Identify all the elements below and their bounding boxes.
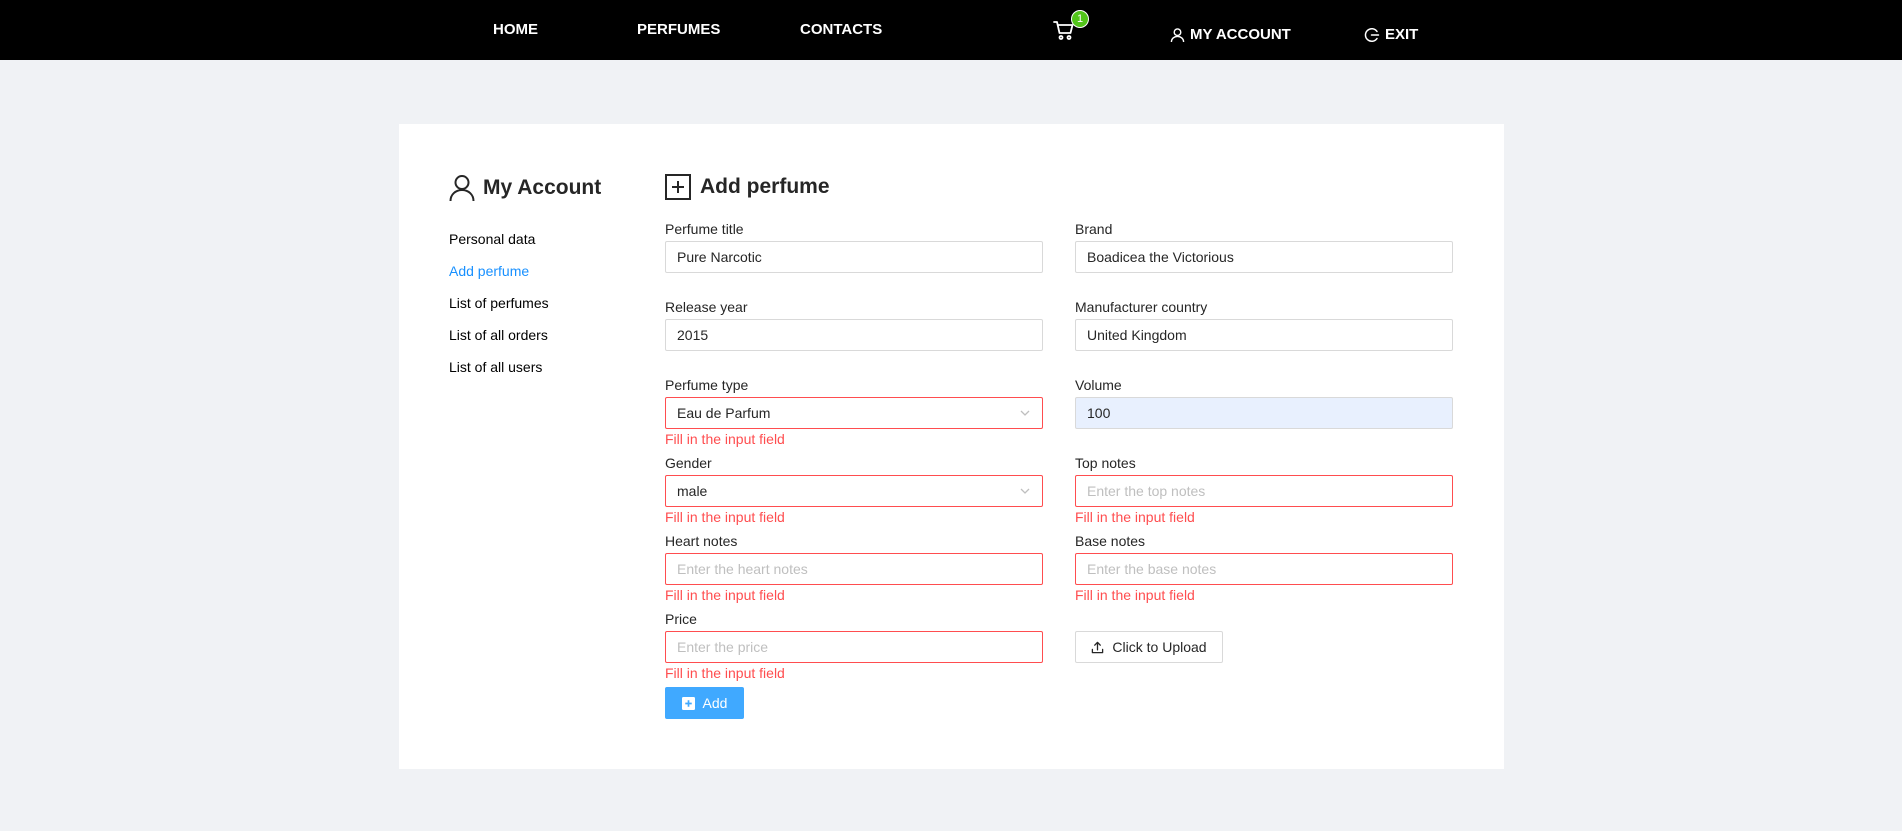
brand-label: Brand: [1075, 221, 1113, 237]
sidebar-item-list-of-all-orders[interactable]: List of all orders: [449, 327, 548, 343]
perfume-title-input[interactable]: [677, 249, 1031, 265]
user-icon: [449, 175, 475, 202]
user-icon: [1170, 27, 1185, 42]
cart-count-badge: 1: [1072, 11, 1088, 27]
sidebar-item-list-of-perfumes[interactable]: List of perfumes: [449, 295, 549, 311]
add-button-label: Add: [702, 695, 728, 711]
release-year-label: Release year: [665, 299, 748, 315]
top-notes-input[interactable]: [1087, 483, 1441, 499]
gender-label: Gender: [665, 455, 712, 471]
chevron-down-icon: [1020, 410, 1030, 416]
cart-button[interactable]: 1: [1052, 11, 1088, 42]
exit-label: EXIT: [1385, 26, 1419, 43]
price-input[interactable]: [677, 639, 1031, 655]
nav-perfumes-link[interactable]: PERFUMES: [637, 21, 720, 38]
chevron-down-icon: [1020, 488, 1030, 494]
nav-exit-link[interactable]: EXIT: [1364, 26, 1418, 43]
gender-error: Fill in the input field: [665, 509, 785, 525]
price-field: [665, 631, 1043, 663]
gender-value: male: [677, 483, 708, 499]
base-notes-label: Base notes: [1075, 533, 1146, 549]
nav-home-link[interactable]: HOME: [493, 21, 538, 38]
perfume-type-label: Perfume type: [665, 377, 749, 393]
plus-square-icon: [665, 174, 691, 200]
heart-notes-field: [665, 553, 1043, 585]
sidebar-item-list-of-all-users[interactable]: List of all users: [449, 359, 542, 375]
volume-field: [1075, 397, 1453, 429]
heart-notes-input[interactable]: [677, 561, 1031, 577]
volume-label: Volume: [1075, 377, 1122, 393]
perfume-type-select[interactable]: Eau de Parfum: [665, 397, 1043, 429]
base-notes-field: [1075, 553, 1453, 585]
price-label: Price: [665, 611, 697, 627]
sidebar-item-add-perfume[interactable]: Add perfume: [449, 263, 529, 279]
gender-select[interactable]: male: [665, 475, 1043, 507]
perfume-type-value: Eau de Parfum: [677, 405, 771, 421]
top-notes-label: Top notes: [1075, 455, 1136, 471]
base-notes-input[interactable]: [1087, 561, 1441, 577]
plus-square-icon: [681, 696, 695, 710]
volume-input[interactable]: [1087, 405, 1441, 421]
heart-notes-error: Fill in the input field: [665, 587, 785, 603]
content-card: [399, 124, 1504, 769]
sidebar-title: My Account: [449, 174, 601, 202]
exit-icon: [1364, 27, 1380, 42]
top-notes-error: Fill in the input field: [1075, 509, 1195, 525]
upload-icon: [1092, 641, 1104, 653]
form-title-text: Add perfume: [700, 175, 830, 198]
manufacturer-country-input[interactable]: [1087, 327, 1441, 343]
top-navbar: HOME PERFUMES CONTACTS 1 MY ACCOUNT EXIT: [0, 0, 1902, 60]
sidebar-title-text: My Account: [483, 176, 602, 199]
form-title: Add perfume: [665, 174, 830, 200]
my-account-label: MY ACCOUNT: [1190, 26, 1291, 43]
heart-notes-label: Heart notes: [665, 533, 738, 549]
perfume-title-label: Perfume title: [665, 221, 744, 237]
top-notes-field: [1075, 475, 1453, 507]
perfume-title-field: [665, 241, 1043, 273]
sidebar-item-personal-data[interactable]: Personal data: [449, 231, 535, 247]
upload-button-label: Click to Upload: [1112, 639, 1207, 655]
manufacturer-country-field: [1075, 319, 1453, 351]
manufacturer-country-label: Manufacturer country: [1075, 299, 1208, 315]
add-perfume-button[interactable]: Add: [665, 687, 744, 719]
nav-contacts-link[interactable]: CONTACTS: [800, 21, 882, 38]
brand-field: [1075, 241, 1453, 273]
release-year-input[interactable]: [677, 327, 1031, 343]
perfume-type-error: Fill in the input field: [665, 431, 785, 447]
release-year-field: [665, 319, 1043, 351]
upload-button[interactable]: Click to Upload: [1075, 631, 1223, 663]
nav-my-account-link[interactable]: MY ACCOUNT: [1170, 26, 1291, 43]
brand-input[interactable]: [1087, 249, 1441, 265]
price-error: Fill in the input field: [665, 665, 785, 681]
base-notes-error: Fill in the input field: [1075, 587, 1195, 603]
